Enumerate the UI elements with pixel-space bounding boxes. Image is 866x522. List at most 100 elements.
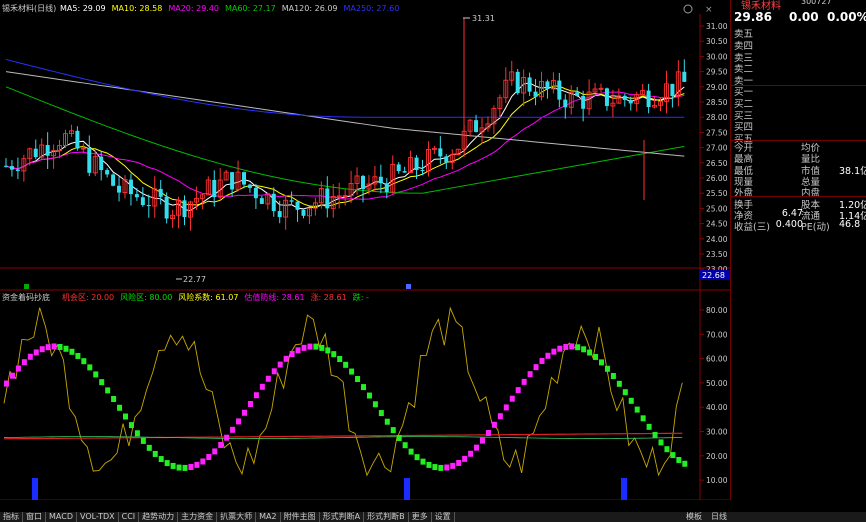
current-price-label: 22.68 (702, 271, 725, 280)
candle-body (361, 175, 365, 190)
step-block (521, 378, 527, 385)
candle-body (158, 188, 163, 197)
ind-tick-label: 40.00 (706, 403, 728, 412)
ma-legend-item: MA120: 26.09 (282, 4, 338, 13)
price-tick-label: 29.00 (706, 83, 728, 92)
price-change-pct: 0.00% (827, 10, 866, 24)
step-block (337, 355, 343, 362)
step-block (616, 380, 622, 387)
buy-level-row: 买一 (731, 84, 866, 98)
tab-13[interactable]: 设置 (432, 512, 455, 522)
step-block (99, 379, 105, 386)
price-tick-label: 28.50 (706, 98, 728, 107)
step-block (366, 392, 372, 399)
candle-body (301, 209, 306, 216)
step-block (450, 462, 456, 469)
step-block (105, 387, 111, 394)
candle-body (670, 83, 675, 97)
step-block (146, 444, 152, 451)
step-block (664, 446, 670, 453)
tab-5[interactable]: 趋势动力 (139, 512, 179, 522)
candle-body (325, 188, 330, 209)
candle-body (253, 187, 258, 199)
candle-body (438, 148, 443, 157)
step-block (307, 343, 313, 350)
step-block (230, 426, 236, 433)
stat-row: 换手 股本 1.20亿 (731, 197, 866, 211)
tab-0[interactable]: 指标 (0, 512, 23, 522)
tab-12[interactable]: 更多 (409, 512, 432, 522)
stat-row: 收益(三) 0.400 PE(动) 46.8 (731, 219, 866, 233)
step-block (474, 444, 480, 451)
candle-body (604, 88, 609, 106)
price-tick-label: 30.50 (706, 37, 728, 46)
price-tick-label: 31.00 (706, 22, 728, 31)
tab-4[interactable]: CCI (119, 512, 140, 522)
step-block (57, 343, 63, 350)
sell-level-row: 卖四 (731, 38, 866, 52)
stat-v2: 46.8 (839, 219, 861, 231)
stock-label: 锡禾材料(日线) (2, 3, 56, 13)
tab-14[interactable]: 模板 (683, 512, 705, 522)
candle-body (277, 211, 282, 218)
tab-3[interactable]: VOL-TDX (77, 512, 119, 522)
step-block (551, 348, 557, 355)
indicator-tabs[interactable]: 指标 窗口 MACD VOL-TDX CCI 趋势动力 主力资金 扒票大师 MA2 附件主图 形式判… (0, 512, 866, 522)
candle-body (128, 179, 133, 195)
tab-9[interactable]: 附件主图 (281, 512, 320, 522)
price-change: 0.00 (789, 10, 819, 24)
candle-body (242, 172, 246, 185)
step-block (45, 344, 51, 351)
step-block (301, 344, 307, 351)
indicator-param: 估值防线: 28.61 (244, 292, 304, 302)
step-block (51, 343, 57, 350)
tab-8[interactable]: MA2 (256, 512, 281, 522)
signal-bar (404, 478, 410, 500)
candle-body (140, 197, 145, 206)
step-block (462, 455, 468, 462)
step-block (527, 371, 533, 378)
tab-10[interactable]: 形式判断A (320, 512, 365, 522)
tab-7[interactable]: 扒票大师 (217, 512, 257, 522)
tab-1[interactable]: 窗口 (23, 512, 46, 522)
tab-11[interactable]: 形式判断B (364, 512, 409, 522)
step-block (247, 400, 253, 407)
tab-15[interactable]: 日线 (708, 512, 730, 522)
ma-legend-item: MA20: 29.40 (168, 4, 219, 13)
step-block (444, 464, 450, 471)
price-tick-label: 24.50 (706, 220, 728, 229)
ind-tick-label: 50.00 (706, 379, 728, 388)
step-block (438, 464, 444, 471)
step-block (319, 344, 325, 351)
step-block (117, 404, 123, 411)
candle-body (75, 130, 80, 149)
step-block (9, 372, 15, 379)
stat-v1: 6.47 (781, 207, 803, 219)
step-block (349, 368, 355, 375)
stat-row: 现量 总量 (731, 174, 866, 188)
price-tick-label: 27.00 (706, 144, 728, 153)
step-block (4, 380, 9, 387)
candle-body (111, 174, 116, 186)
chart-canvas[interactable]: 锡禾材料(日线) MA5: 29.09 MA10: 28.58 MA20: 29.4… (0, 0, 730, 500)
step-block (343, 361, 349, 368)
step-block (378, 410, 384, 417)
price-tick-label: 25.00 (706, 204, 728, 213)
stat-row: 今开 均价 (731, 140, 866, 154)
step-block (27, 353, 33, 360)
step-block (372, 401, 378, 408)
step-block (242, 409, 247, 416)
candle-body (295, 201, 300, 210)
step-block (408, 448, 414, 455)
candle-body (384, 183, 389, 193)
tab-2[interactable]: MACD (46, 512, 77, 522)
step-block (87, 364, 93, 371)
candle-body (545, 81, 550, 89)
stat-v1: 0.400 (775, 219, 803, 231)
step-block (15, 365, 21, 372)
step-block (283, 355, 289, 362)
price-tick-label: 29.50 (706, 68, 728, 77)
tab-6[interactable]: 主力资金 (178, 512, 218, 522)
step-block (420, 458, 426, 465)
close-icon[interactable]: × (705, 5, 713, 15)
